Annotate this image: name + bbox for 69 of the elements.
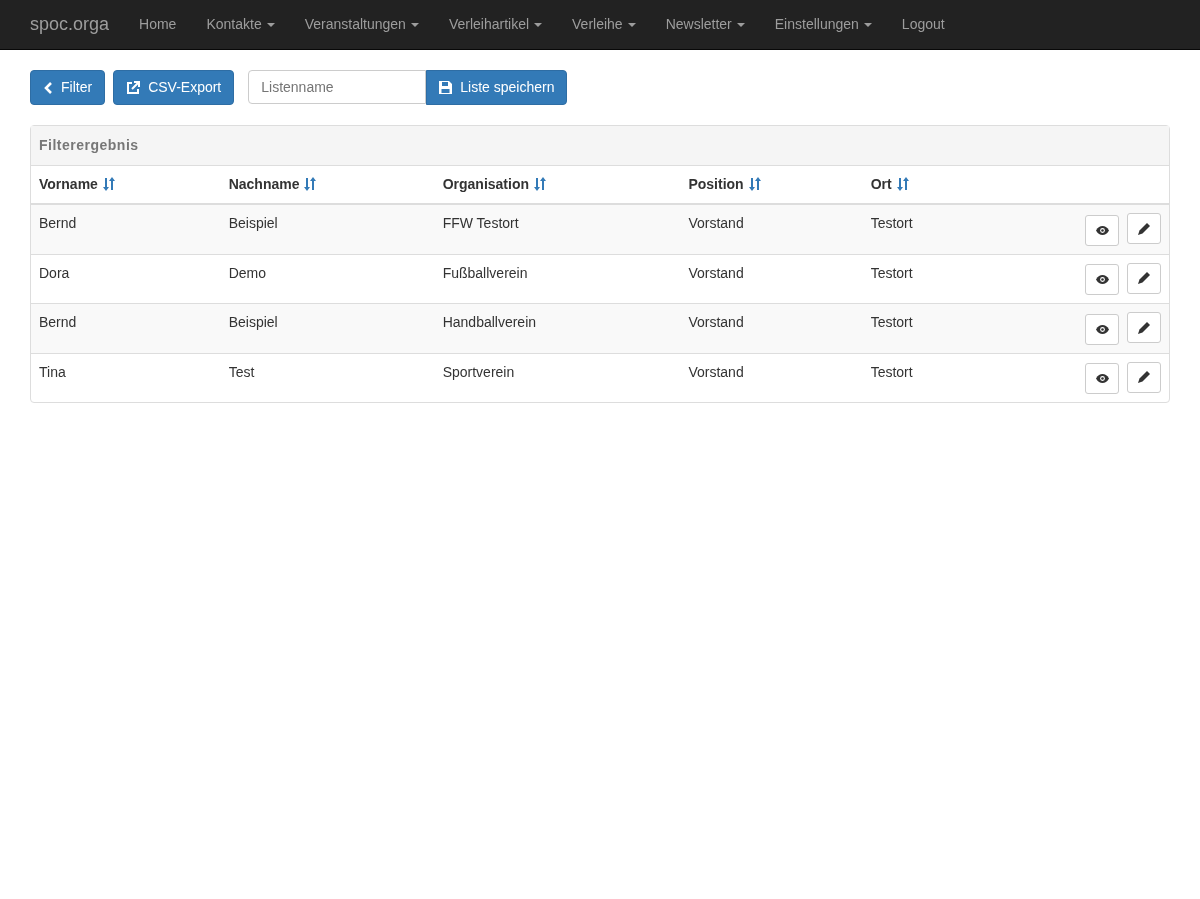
table-cell: FFW Testort [434, 204, 681, 254]
nav-link[interactable]: Logout [886, 0, 960, 50]
pencil-icon [1138, 371, 1150, 383]
column-label[interactable]: Vorname [39, 176, 98, 192]
table-cell: Bernd [31, 303, 221, 353]
table-cell: Vorstand [680, 254, 863, 304]
export-button[interactable]: CSV-Export [113, 70, 235, 105]
table-cell: Beispiel [220, 204, 435, 254]
nav-link[interactable]: Home [124, 0, 192, 50]
table-cell: Tina [31, 353, 221, 402]
view-button[interactable] [1085, 214, 1119, 246]
filter-icon [43, 81, 53, 94]
panel-title: Filterergebnis [31, 126, 1169, 166]
brand-link[interactable]: spoc.orga [15, 11, 125, 38]
export-icon [126, 80, 141, 95]
table-cell: Dora [31, 254, 221, 304]
caret-icon [534, 22, 543, 27]
table-cell: Testort [862, 303, 982, 353]
caret-icon [410, 22, 419, 27]
table-cell: Demo [220, 254, 435, 304]
save-list-icon [439, 81, 453, 94]
table-cell: Vorstand [680, 353, 863, 402]
sort-icon[interactable] [303, 177, 318, 191]
save-list-button[interactable]: Liste speichern [426, 70, 568, 105]
table-cell: Sportverein [434, 353, 681, 402]
list-name-field[interactable]: Listenname [248, 70, 427, 104]
edit-button[interactable] [1127, 262, 1161, 294]
view-button[interactable] [1085, 363, 1119, 394]
edit-button[interactable] [1127, 312, 1161, 343]
eye-icon [1095, 225, 1109, 235]
table-cell: Beispiel [220, 303, 435, 353]
table-cell: Testort [862, 254, 982, 304]
pencil-icon [1138, 222, 1150, 235]
table-cell: Handballverein [434, 303, 681, 353]
caret-icon [736, 22, 745, 27]
table-cell: Vorstand [680, 303, 863, 353]
nav-dropdown[interactable]: Verleihartikel [433, 0, 558, 50]
table-cell: Testort [862, 204, 982, 254]
sort-icon[interactable] [895, 177, 910, 191]
sort-icon[interactable] [533, 177, 547, 191]
view-button[interactable] [1085, 313, 1119, 345]
column-label[interactable]: Organisation [442, 176, 529, 192]
table-cell: Bernd [31, 204, 221, 254]
table-cell: Test [220, 353, 435, 402]
table-cell: Vorstand [680, 204, 863, 254]
nav-dropdown[interactable]: Kontakte [191, 0, 290, 50]
caret-icon [266, 22, 275, 27]
eye-icon [1095, 275, 1109, 284]
pencil-icon [1138, 321, 1150, 334]
eye-icon [1095, 324, 1109, 334]
nav-dropdown[interactable]: Veranstaltungen [289, 0, 434, 50]
column-label[interactable]: Ort [870, 176, 892, 192]
pencil-icon [1138, 272, 1150, 284]
table-cell: Testort [862, 353, 982, 402]
eye-icon [1095, 374, 1109, 383]
edit-button[interactable] [1127, 213, 1161, 244]
column-label[interactable]: Nachname [228, 176, 300, 192]
column-label[interactable]: Position [688, 176, 744, 192]
caret-icon [627, 22, 636, 27]
sort-icon[interactable] [101, 177, 116, 191]
filter-button[interactable]: Filter [30, 70, 106, 105]
edit-button[interactable] [1127, 361, 1161, 393]
table-cell: Fußballverein [434, 254, 681, 304]
sort-icon[interactable] [747, 177, 762, 191]
nav-dropdown[interactable]: Verleihe [557, 0, 651, 50]
nav-dropdown[interactable]: Einstellungen [759, 0, 887, 50]
view-button[interactable] [1085, 264, 1119, 295]
caret-icon [863, 22, 872, 27]
nav-dropdown[interactable]: Newsletter [650, 0, 760, 50]
